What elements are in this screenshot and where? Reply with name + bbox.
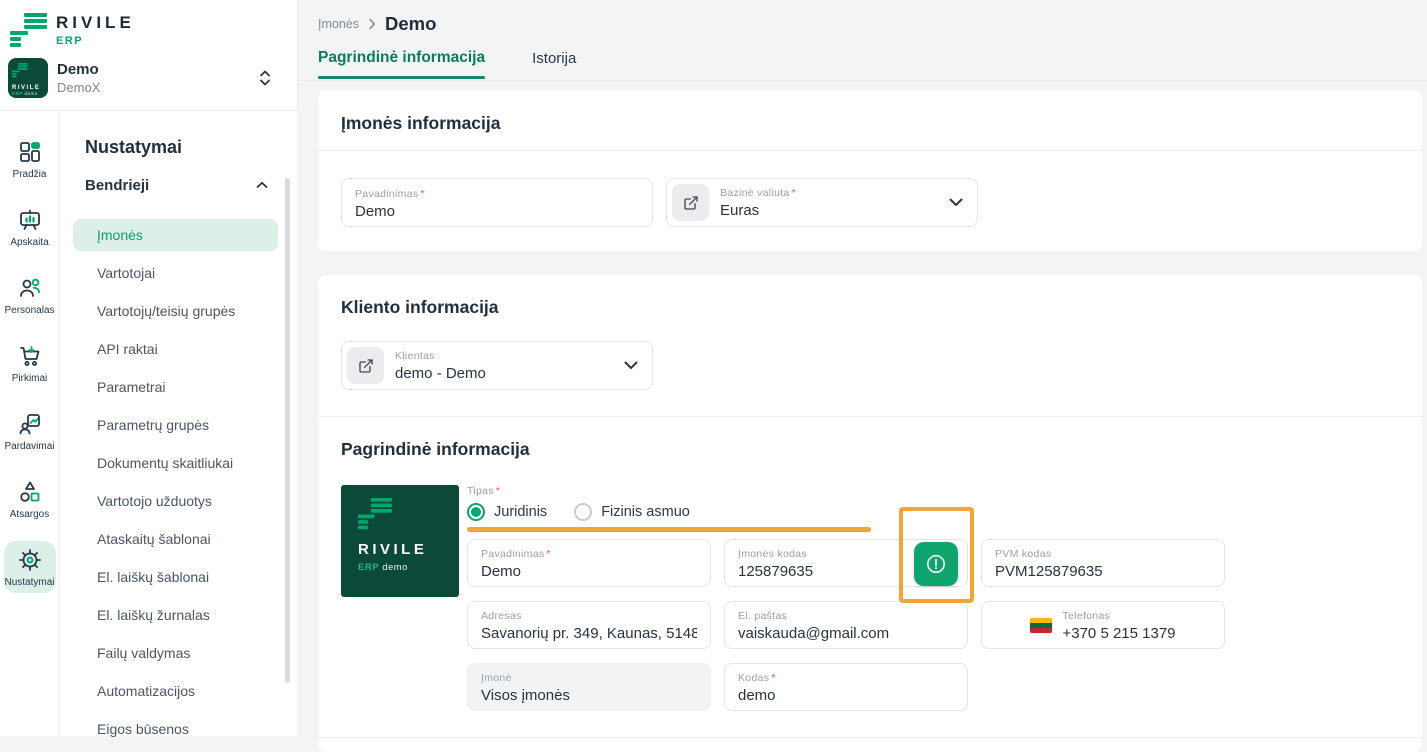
exclamation-circle-icon	[927, 554, 945, 573]
chevron-right-icon	[369, 18, 376, 30]
tipas-label: Tipas *	[467, 485, 501, 497]
rivile-logo-icon	[12, 63, 28, 78]
el-pastas-field[interactable]: El. paštas vaiskauda@gmail.com	[724, 600, 968, 649]
sidebar-item-vartotojo-uzduotys[interactable]: Vartotojo užduotys	[73, 485, 278, 517]
rail-item-atsargos[interactable]: Atsargos	[0, 465, 59, 533]
section-title: Įmonės informacija	[341, 113, 501, 133]
sidebar-item-automatizacijos[interactable]: Automatizacijos	[73, 675, 278, 707]
sidebar-item-vartotoju-teisiu-grupes[interactable]: Vartotojų/teisių grupės	[73, 295, 278, 327]
external-link-icon	[358, 358, 373, 373]
tab-bar: Pagrindinė informacija Istorija	[318, 49, 576, 79]
menu-group-bendrieji[interactable]: Bendrieji	[61, 175, 298, 195]
telefonas-field[interactable]: Telefonas +370 5 215 1379	[981, 600, 1225, 649]
sidebar-item-dokumentu-skaitliukai[interactable]: Dokumentų skaitliukai	[73, 447, 278, 479]
klientas-value: demo - Demo	[395, 364, 486, 382]
menu-title: Nustatymai	[85, 137, 183, 157]
rivile-logo-icon	[10, 13, 47, 48]
active-tab-underline	[318, 76, 486, 79]
tutorial-highlight-underline	[467, 527, 871, 532]
tipas-radio-group: Juridinis Fizinis asmuo	[467, 503, 1225, 521]
sales-icon	[19, 414, 40, 435]
company-details-grid: Pavadinimas * Demo Įmonės kodas 125879635	[467, 506, 1225, 711]
company-logo-image: RIVILE ERP demo	[341, 485, 459, 597]
radio-unselected-icon	[574, 503, 593, 521]
breadcrumb-parent[interactable]: Įmonės	[318, 17, 359, 31]
tabbar-divider	[299, 80, 1427, 81]
icon-rail: Pradžia Apskaita Personalas Pirkimai Par…	[0, 111, 60, 736]
tab-istorija[interactable]: Istorija	[532, 49, 576, 79]
section-imones-informacija: Įmonės informacija Pavadinimas * Demo Ba…	[318, 90, 1422, 251]
breadcrumb-current: Demo	[385, 13, 437, 34]
pavadinimas-field[interactable]: Pavadinimas * Demo	[467, 538, 711, 587]
sidebar: RIVILE ERP RIVILE ERP demo Demo DemoX Pr…	[0, 0, 298, 737]
dashboard-icon	[19, 142, 40, 162]
sidebar-item-eigos-busenos[interactable]: Eigos būsenos	[73, 713, 278, 745]
accounting-board-icon	[19, 209, 40, 230]
sidebar-item-vartotojai[interactable]: Vartotojai	[73, 257, 278, 289]
radio-fizinis-asmuo[interactable]: Fizinis asmuo	[574, 503, 690, 521]
rail-item-pardavimai[interactable]: Pardavimai	[0, 397, 59, 465]
sidebar-item-ataskaitu-sablonai[interactable]: Ataskaitų šablonai	[73, 523, 278, 555]
sidebar-item-api-raktai[interactable]: API raktai	[73, 333, 278, 365]
adresas-field[interactable]: Adresas Savanorių pr. 349, Kaunas, 51480	[467, 600, 711, 649]
imone-field: Įmonė Visos įmonės	[467, 662, 711, 711]
kodas-field[interactable]: Kodas * demo	[724, 662, 968, 711]
inventory-shapes-icon	[19, 481, 39, 502]
workspace-logo: RIVILE ERP demo	[8, 58, 48, 98]
chevron-down-icon	[949, 198, 963, 206]
workspace-company: DemoX	[57, 80, 101, 95]
rail-item-pradzia[interactable]: Pradžia	[0, 125, 59, 193]
people-icon	[19, 278, 40, 297]
lithuania-flag-icon[interactable]	[1030, 618, 1053, 633]
sidebar-header: RIVILE ERP RIVILE ERP demo Demo DemoX	[0, 0, 297, 111]
brand-product: ERP	[56, 35, 84, 47]
external-link-icon	[683, 195, 698, 210]
rail-item-personalas[interactable]: Personalas	[0, 261, 59, 329]
bazine-valiuta-select[interactable]: Bazinė valiuta * Euras	[666, 178, 978, 227]
section-title: Pagrindinė informacija	[341, 439, 530, 459]
sidebar-item-parametru-grupes[interactable]: Parametrų grupės	[73, 409, 278, 441]
pavadinimas-field[interactable]: Pavadinimas * Demo	[341, 178, 653, 227]
radio-juridinis[interactable]: Juridinis	[467, 503, 547, 521]
pavadinimas-value: Demo	[355, 202, 396, 220]
breadcrumb: Įmonės Demo	[318, 13, 436, 35]
bazine-valiuta-value: Euras	[720, 201, 760, 219]
sidebar-item-el-laisku-zurnalas[interactable]: El. laiškų žurnalas	[73, 599, 278, 631]
content: Įmonės informacija Pavadinimas * Demo Ba…	[318, 90, 1422, 752]
section-title: Kliento informacija	[341, 297, 499, 317]
section-kliento-pagrindine: Kliento informacija Klientas demo - Demo	[318, 275, 1422, 752]
klientas-select[interactable]: Klientas demo - Demo	[341, 341, 653, 390]
sidebar-item-el-laisku-sablonai[interactable]: El. laiškų šablonai	[73, 561, 278, 593]
gear-icon	[18, 549, 41, 571]
tab-pagrindine-informacija[interactable]: Pagrindinė informacija	[318, 49, 486, 79]
unfold-more-icon[interactable]	[257, 69, 273, 87]
brand-name: RIVILE	[56, 13, 135, 32]
app-logo: RIVILE ERP	[10, 13, 135, 48]
menu-list: Įmonės Vartotojai Vartotojų/teisių grupė…	[61, 219, 298, 745]
imones-kodas-field[interactable]: Įmonės kodas 125879635	[724, 506, 974, 603]
radio-selected-icon	[467, 503, 485, 521]
chevron-up-icon	[256, 181, 268, 188]
sidebar-item-imones[interactable]: Įmonės	[73, 219, 278, 251]
sidebar-scrollbar[interactable]	[285, 178, 290, 683]
cart-icon	[19, 346, 39, 366]
chevron-down-icon	[624, 361, 638, 369]
rail-item-nustatymai[interactable]: Nustatymai	[0, 533, 59, 601]
sidebar-item-parametrai[interactable]: Parametrai	[73, 371, 278, 403]
sidebar-item-failu-valdymas[interactable]: Failų valdymas	[73, 637, 278, 669]
rivile-logo-icon	[358, 498, 393, 530]
main-area: Įmonės Demo Pagrindinė informacija Istor…	[299, 0, 1427, 752]
workspace-name: Demo	[57, 61, 99, 78]
pvm-kodas-field[interactable]: PVM kodas PVM125879635	[981, 538, 1225, 587]
settings-menu: Nustatymai Bendrieji Įmonės Vartotojai V…	[61, 111, 298, 737]
company-code-lookup-button[interactable]	[914, 541, 958, 586]
rail-item-pirkimai[interactable]: Pirkimai	[0, 329, 59, 397]
workspace-switcher[interactable]: RIVILE ERP demo Demo DemoX	[8, 58, 287, 98]
rail-item-apskaita[interactable]: Apskaita	[0, 193, 59, 261]
